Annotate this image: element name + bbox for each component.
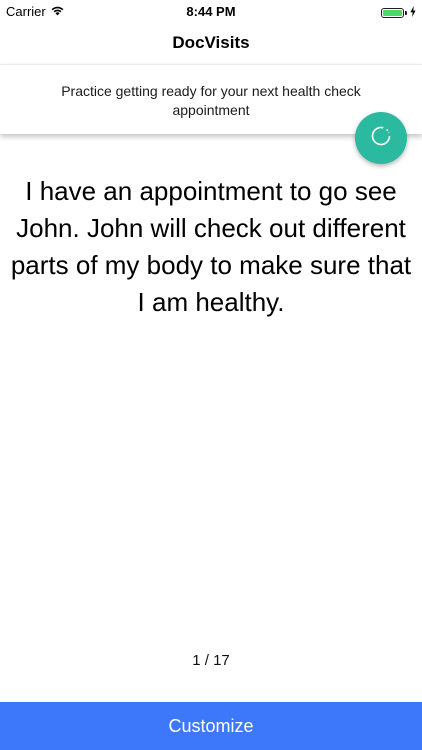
charging-bolt-icon — [410, 5, 416, 20]
status-right — [381, 5, 416, 20]
app-screen: Carrier 8:44 PM DocVisits Practice getti… — [0, 0, 422, 750]
status-time: 8:44 PM — [186, 4, 236, 19]
customize-button[interactable]: Customize — [0, 702, 422, 750]
refresh-icon — [367, 122, 395, 155]
battery-tip — [405, 10, 407, 15]
page-counter: 1 / 17 — [192, 652, 230, 669]
status-bar: Carrier 8:44 PM — [0, 0, 422, 22]
page-title: DocVisits — [172, 33, 250, 52]
banner-text: Practice getting ready for your next hea… — [61, 83, 361, 118]
battery-icon — [381, 7, 404, 18]
battery-level-fill — [383, 9, 402, 16]
story-message: I have an appointment to go see John. Jo… — [10, 176, 412, 317]
refresh-button[interactable] — [355, 112, 407, 164]
